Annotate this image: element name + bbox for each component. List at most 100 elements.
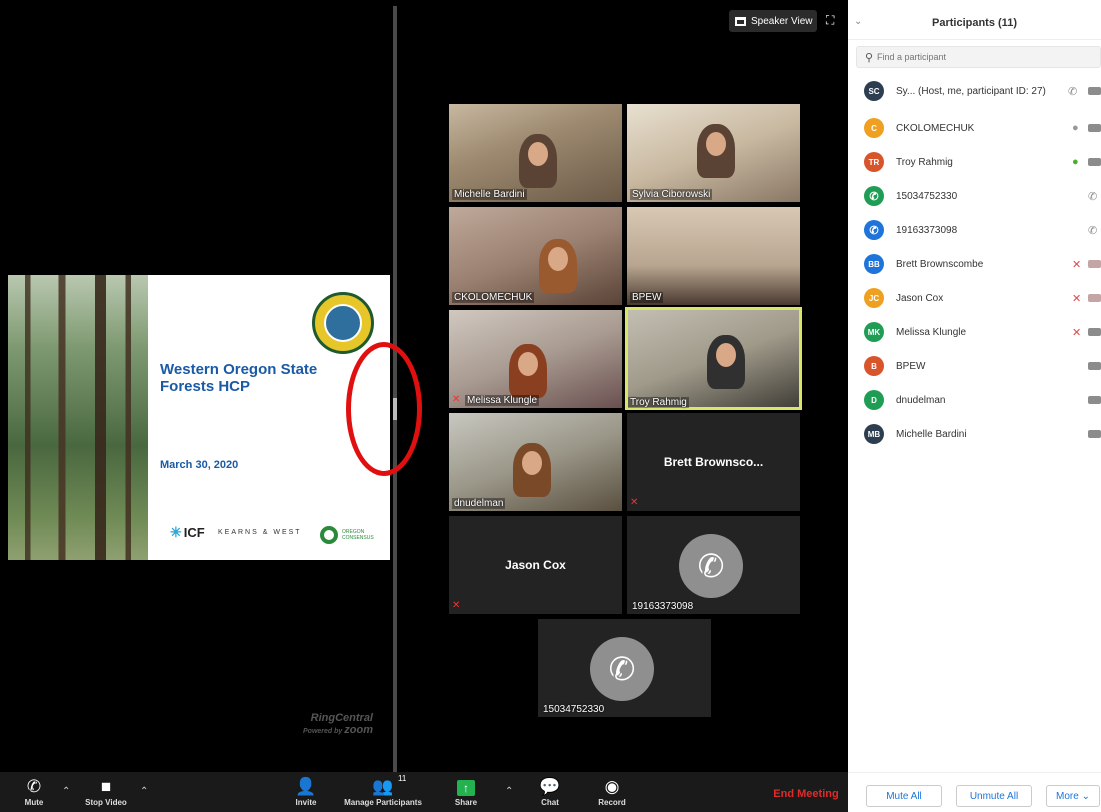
participant-name: Melissa Klungle — [896, 326, 967, 338]
add-person-icon: 👤 — [295, 777, 317, 796]
participants-panel: ⌄ Participants (11) ⚲ SC Sy... (Host, me… — [848, 0, 1101, 812]
slide-title: Western Oregon State Forests HCP — [160, 361, 318, 395]
fullscreen-icon[interactable]: ⛶ — [826, 14, 834, 26]
avatar: MB — [864, 424, 884, 444]
video-camera-icon — [1088, 430, 1101, 438]
participant-row[interactable]: JC Jason Cox ✕ — [848, 281, 1101, 315]
ringcentral-branding: RingCentral Powered by zoom — [303, 712, 373, 736]
video-tile[interactable]: Michelle Bardini — [449, 104, 622, 202]
panel-title: Participants (11) — [932, 17, 1017, 29]
phone-icon: ✆ — [864, 186, 884, 206]
phone-tile[interactable]: ✆ 19163373098 — [627, 516, 800, 614]
speaker-view-label: Speaker View — [751, 15, 813, 27]
red-annotation-circle — [346, 342, 422, 476]
participant-name: Troy Rahmig — [896, 156, 953, 168]
slide-date: March 30, 2020 — [160, 459, 239, 471]
phone-audio-icon: ✆ — [1068, 85, 1078, 98]
tile-name: 19163373098 — [632, 601, 694, 612]
phone-icon: ✆ — [26, 777, 42, 796]
muted-mic-icon: ✕ — [452, 394, 461, 405]
record-icon: ◉ — [604, 777, 620, 796]
mute-button[interactable]: ✆ Mute — [14, 776, 54, 812]
chat-bubble-icon: 💬 — [539, 777, 561, 796]
share-screen-icon: ↑ — [457, 780, 475, 796]
phone-icon: ✆ — [864, 220, 884, 240]
panel-footer: Mute All Unmute All More ⌄ — [848, 772, 1101, 812]
participant-row[interactable]: ✆ 15034752330 ✆ — [848, 179, 1101, 213]
speaker-view-button[interactable]: Speaker View — [729, 10, 817, 32]
participant-row[interactable]: D dnudelman — [848, 383, 1101, 417]
presentation-slide: Western Oregon State Forests HCP March 3… — [8, 275, 390, 560]
participant-row[interactable]: SC Sy... (Host, me, participant ID: 27) … — [848, 74, 1101, 108]
phone-tile[interactable]: ✆ 15034752330 — [538, 619, 711, 717]
share-button[interactable]: ↑ Share — [448, 776, 484, 812]
video-tile[interactable]: ✕ Melissa Klungle — [449, 310, 622, 408]
video-camera-icon — [1088, 328, 1101, 336]
avatar: BB — [864, 254, 884, 274]
participant-row[interactable]: C CKOLOMECHUK ● — [848, 111, 1101, 145]
video-tile[interactable]: BPEW — [627, 207, 800, 305]
chevron-up-icon[interactable]: ⌃ — [62, 786, 70, 797]
end-meeting-button[interactable]: End Meeting — [768, 788, 844, 800]
participant-row[interactable]: MB Michelle Bardini — [848, 417, 1101, 451]
chat-button[interactable]: 💬 Chat — [534, 776, 566, 812]
invite-button[interactable]: 👤 Invite — [288, 776, 324, 812]
name-tile[interactable]: Jason Cox ✕ — [449, 516, 622, 614]
participant-count-badge: 11 — [398, 774, 407, 783]
avatar: MK — [864, 322, 884, 342]
stop-video-button[interactable]: ■ Stop Video — [80, 776, 132, 812]
search-input[interactable] — [877, 52, 1077, 62]
manage-participants-button[interactable]: 👥 Manage Participants — [338, 776, 428, 812]
participant-name: 19163373098 — [896, 224, 958, 236]
participant-row[interactable]: BB Brett Brownscombe ✕ — [848, 247, 1101, 281]
microphone-live-icon: ● — [1072, 156, 1079, 168]
video-camera-icon: ■ — [100, 777, 112, 796]
phone-icon: ✆ — [590, 637, 654, 701]
record-button[interactable]: ◉ Record — [592, 776, 632, 812]
microphone-muted-icon: ✕ — [1072, 258, 1082, 271]
video-camera-icon — [1088, 87, 1101, 95]
name-tile[interactable]: Brett Brownsco... ✕ — [627, 413, 800, 511]
participant-name: Brett Brownscombe — [896, 258, 984, 270]
chevron-up-icon[interactable]: ⌃ — [505, 786, 513, 797]
avatar: D — [864, 390, 884, 410]
participant-name: Michelle Bardini — [896, 428, 967, 440]
phone-icon: ✆ — [679, 534, 743, 598]
avatar: SC — [864, 81, 884, 101]
more-button[interactable]: More ⌄ — [1046, 785, 1100, 807]
participant-search[interactable]: ⚲ — [856, 46, 1101, 68]
phone-audio-icon: ✆ — [1088, 224, 1098, 237]
zoom-meeting-window: Western Oregon State Forests HCP March 3… — [0, 0, 1101, 812]
icf-logo: ✳ ICF — [170, 524, 205, 540]
tile-name: Troy Rahmig — [628, 397, 689, 408]
chevron-up-icon[interactable]: ⌃ — [140, 786, 148, 797]
microphone-muted-icon: ✕ — [1072, 326, 1082, 339]
tile-name: BPEW — [630, 292, 664, 303]
video-tile[interactable]: Sylvia Ciborowski — [627, 104, 800, 202]
avatar: TR — [864, 152, 884, 172]
video-camera-icon — [1088, 362, 1101, 370]
video-off-icon — [1088, 260, 1101, 268]
video-tile[interactable]: dnudelman — [449, 413, 622, 511]
avatar: C — [864, 118, 884, 138]
search-icon: ⚲ — [864, 51, 874, 64]
participant-row[interactable]: TR Troy Rahmig ● — [848, 145, 1101, 179]
participant-name: Sy... (Host, me, participant ID: 27) — [896, 85, 1046, 97]
active-speaker-tile[interactable]: Troy Rahmig — [625, 307, 802, 410]
microphone-muted-icon: ✕ — [1072, 292, 1082, 305]
participant-name: CKOLOMECHUK — [896, 122, 975, 134]
participant-row[interactable]: MK Melissa Klungle ✕ — [848, 315, 1101, 349]
participant-name: 15034752330 — [896, 190, 958, 202]
muted-mic-icon: ✕ — [630, 497, 639, 508]
participant-row[interactable]: B BPEW — [848, 349, 1101, 383]
panel-header: ⌄ Participants (11) — [848, 6, 1101, 40]
video-tile[interactable]: CKOLOMECHUK — [449, 207, 622, 305]
speaker-view-icon — [735, 16, 746, 26]
participant-name: dnudelman — [896, 394, 946, 406]
avatar: B — [864, 356, 884, 376]
unmute-all-button[interactable]: Unmute All — [956, 785, 1032, 807]
mute-all-button[interactable]: Mute All — [866, 785, 942, 807]
participant-row[interactable]: ✆ 19163373098 ✆ — [848, 213, 1101, 247]
meeting-toolbar: ✆ Mute ⌃ ■ Stop Video ⌃ 👤 Invite 👥 Manag… — [0, 772, 848, 812]
microphone-icon: ● — [1072, 122, 1079, 134]
